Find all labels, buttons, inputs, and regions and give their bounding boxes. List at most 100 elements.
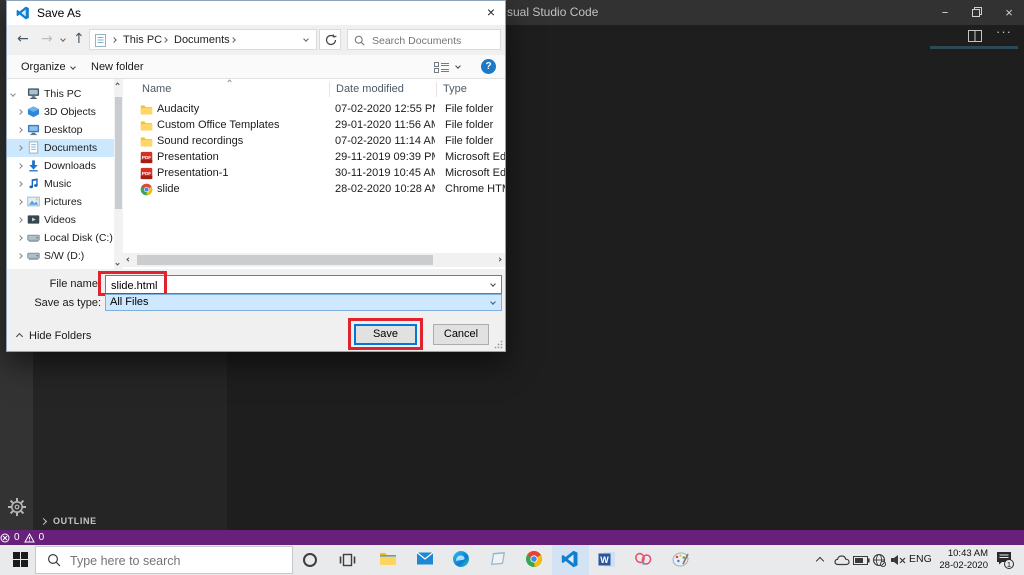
- breadcrumb-documents[interactable]: Documents: [174, 30, 230, 51]
- cancel-button[interactable]: Cancel: [433, 324, 489, 345]
- snip-sketch-button[interactable]: [634, 551, 652, 569]
- view-options-icon[interactable]: [434, 62, 450, 73]
- cortana-button[interactable]: [303, 553, 317, 567]
- start-button[interactable]: [13, 552, 28, 572]
- save-button[interactable]: Save: [354, 324, 417, 345]
- dialog-main-area: This PC 3D Objects Desktop Documents Dow…: [7, 79, 505, 269]
- outline-section-header[interactable]: OUTLINE: [39, 512, 97, 530]
- disk-drive-icon: [27, 234, 40, 242]
- problems-status[interactable]: 0 0: [0, 530, 1024, 545]
- file-date: 07-02-2020 12:55 PM: [335, 103, 435, 115]
- hide-folders-label: Hide Folders: [29, 330, 92, 342]
- scroll-up-icon[interactable]: [115, 82, 120, 87]
- mail-button[interactable]: [416, 551, 434, 569]
- new-folder-button[interactable]: New folder: [91, 55, 144, 79]
- file-name-dropdown-icon[interactable]: [490, 281, 496, 287]
- file-row-presentation[interactable]: PDF Presentation 29-11-2019 09:39 PM Mic…: [123, 149, 505, 165]
- action-center-button[interactable]: 1: [996, 551, 1014, 569]
- file-type: File folder: [445, 119, 494, 131]
- tree-item-desktop[interactable]: Desktop: [7, 121, 114, 139]
- task-view-button[interactable]: [339, 552, 356, 573]
- file-name-input[interactable]: [109, 276, 483, 295]
- dialog-search-input[interactable]: [370, 31, 500, 50]
- volume-muted-icon[interactable]: [890, 554, 906, 566]
- column-header-type[interactable]: Type: [443, 79, 467, 99]
- list-horizontal-scrollbar[interactable]: [123, 253, 505, 267]
- scrollbar-thumb[interactable]: [137, 255, 433, 265]
- sort-ascending-icon: [227, 79, 232, 84]
- taskbar-search-box[interactable]: [35, 546, 293, 575]
- error-count: 0: [14, 532, 20, 543]
- chrome-button[interactable]: [525, 550, 543, 568]
- view-dropdown-icon[interactable]: [455, 63, 461, 69]
- vscode-button[interactable]: [561, 550, 579, 568]
- tree-item-videos[interactable]: Videos: [7, 211, 114, 229]
- more-actions-button[interactable]: ···: [996, 24, 1012, 39]
- file-type: Microsoft Edge P: [445, 151, 505, 163]
- organize-dropdown-icon[interactable]: [70, 64, 76, 70]
- tree-item-sw-drive-d[interactable]: S/W (D:): [7, 247, 114, 265]
- file-row-presentation-1[interactable]: PDF Presentation-1 30-11-2019 10:45 AM M…: [123, 165, 505, 181]
- recent-locations-icon[interactable]: [60, 36, 66, 42]
- onedrive-cloud-icon[interactable]: [834, 554, 850, 566]
- language-indicator[interactable]: ENG: [909, 553, 932, 565]
- word-button[interactable]: W: [598, 551, 616, 569]
- back-button[interactable]: ←: [17, 29, 29, 49]
- dialog-search-box[interactable]: [347, 29, 501, 50]
- breadcrumb[interactable]: This PC Documents: [89, 29, 317, 50]
- file-name: Sound recordings: [157, 135, 244, 147]
- column-header-date[interactable]: Date modified: [336, 79, 404, 99]
- gear-icon[interactable]: [7, 497, 27, 517]
- address-dropdown-icon[interactable]: [303, 36, 309, 42]
- file-name: Custom Office Templates: [157, 119, 280, 131]
- refresh-button[interactable]: [319, 29, 341, 50]
- sticky-notes-button[interactable]: [489, 551, 507, 569]
- edge-button[interactable]: [452, 550, 470, 568]
- tray-time: 10:43 AM: [947, 548, 988, 559]
- resize-grip[interactable]: [494, 340, 503, 349]
- tree-scrollbar[interactable]: [114, 79, 123, 269]
- file-explorer-button[interactable]: [379, 551, 397, 569]
- forward-button[interactable]: →: [41, 29, 53, 49]
- save-as-type-select[interactable]: All Files: [105, 294, 502, 311]
- file-row-slide[interactable]: slide 28-02-2020 10:28 AM Chrome HTML D: [123, 181, 505, 197]
- paint3d-button[interactable]: [671, 550, 689, 568]
- tree-item-pictures[interactable]: Pictures: [7, 193, 114, 211]
- file-name-field[interactable]: [105, 275, 502, 295]
- maximize-button[interactable]: [962, 0, 992, 25]
- battery-icon[interactable]: [853, 556, 870, 565]
- help-button[interactable]: ?: [481, 59, 496, 74]
- taskbar-search-input[interactable]: [68, 547, 282, 575]
- clock[interactable]: 10:43 AM 28-02-2020: [938, 548, 988, 572]
- scroll-left-icon[interactable]: [126, 257, 131, 262]
- dialog-titlebar[interactable]: Save As ×: [7, 1, 505, 25]
- file-row-custom-office-templates[interactable]: Custom Office Templates 29-01-2020 11:56…: [123, 117, 505, 133]
- tree-item-downloads[interactable]: Downloads: [7, 157, 114, 175]
- tree-item-this-pc[interactable]: This PC: [7, 85, 114, 103]
- dialog-close-button[interactable]: ×: [477, 1, 505, 25]
- tree-item-local-disk-c[interactable]: Local Disk (C:): [7, 229, 114, 247]
- file-row-audacity[interactable]: Audacity 07-02-2020 12:55 PM File folder: [123, 101, 505, 117]
- tree-label: Videos: [44, 214, 76, 226]
- up-button[interactable]: ↑: [73, 29, 85, 49]
- tree-item-documents[interactable]: Documents: [7, 139, 114, 157]
- network-globe-icon[interactable]: [872, 553, 886, 567]
- scroll-down-icon[interactable]: [115, 261, 120, 266]
- save-type-dropdown-icon[interactable]: [490, 299, 496, 305]
- hide-folders-button[interactable]: Hide Folders: [15, 328, 92, 344]
- close-window-button[interactable]: ×: [994, 0, 1024, 25]
- breadcrumb-this-pc[interactable]: This PC: [123, 30, 162, 51]
- column-header-name[interactable]: Name: [142, 79, 171, 99]
- split-editor-button[interactable]: [968, 29, 982, 47]
- organize-button[interactable]: Organize: [21, 55, 66, 79]
- minimize-button[interactable]: –: [930, 0, 960, 25]
- folder-icon: [140, 137, 153, 147]
- chrome-icon: [526, 551, 542, 567]
- file-row-sound-recordings[interactable]: Sound recordings 07-02-2020 11:14 AM Fil…: [123, 133, 505, 149]
- scrollbar-thumb[interactable]: [115, 97, 122, 209]
- scroll-right-icon[interactable]: [497, 257, 502, 262]
- tree-item-music[interactable]: Music: [7, 175, 114, 193]
- tray-expand-icon[interactable]: [815, 556, 825, 566]
- file-name: slide: [157, 183, 180, 195]
- tree-item-3d-objects[interactable]: 3D Objects: [7, 103, 114, 121]
